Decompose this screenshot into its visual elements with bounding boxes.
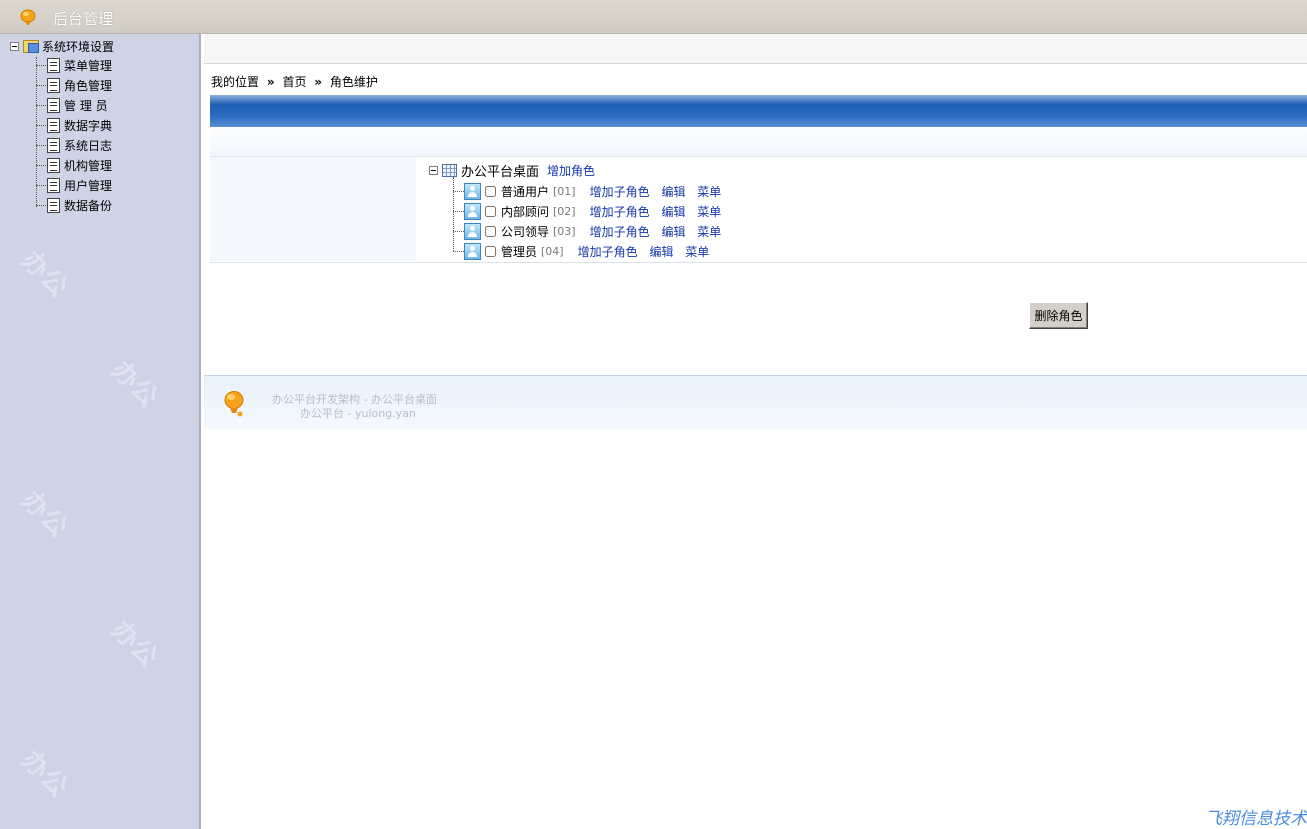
role-name: 管理员 [501,244,538,259]
desktop-grid-icon [442,163,457,177]
sidebar-item-data-backup[interactable]: 数据备份 [36,195,112,215]
role-row-internal-consultant: 内部顾问 [02] 增加子角色 编辑 菜单 [453,201,729,221]
sidebar-item-label: 管 理 员 [64,98,108,113]
bulb-logo-icon [224,391,244,417]
user-icon [464,202,481,220]
document-icon [47,177,60,193]
edit-role-link[interactable]: 编辑 [661,225,685,239]
sidebar-item-label: 系统日志 [64,138,113,153]
document-icon [47,57,60,73]
corner-brand-text: 飞翔信息技术 [1205,809,1307,829]
sidebar: 办公 办公 办公 办公 办公 系统环境设置 菜单管理 角色管理 管 理 员 数据… [0,34,201,829]
role-name: 内部顾问 [501,204,550,219]
breadcrumb-prefix: 我的位置 [211,75,260,89]
sidebar-item-label: 菜单管理 [64,58,113,73]
sidebar-item-administrator[interactable]: 管 理 员 [36,95,108,115]
app-title: 后台管理 [53,10,114,28]
top-toolbar-strip [204,34,1307,64]
collapse-toggle-icon[interactable] [429,165,438,175]
add-child-role-link[interactable]: 增加子角色 [590,185,650,199]
breadcrumb-home[interactable]: 首页 [282,75,306,89]
role-code: [01] [553,184,576,198]
role-checkbox[interactable] [485,205,496,217]
document-icon [47,77,60,93]
sidebar-item-label: 角色管理 [64,78,113,93]
role-checkbox[interactable] [485,225,496,237]
edit-role-link[interactable]: 编辑 [649,245,673,259]
sidebar-item-menu-management[interactable]: 菜单管理 [36,55,112,75]
folder-settings-icon [23,39,39,53]
document-icon [47,197,60,213]
header-banner [210,95,1307,127]
watermark: 办公 [15,745,74,804]
document-icon [47,137,60,153]
role-code: [02] [553,204,576,218]
add-role-link[interactable]: 增加角色 [547,162,595,179]
sidebar-item-role-management[interactable]: 角色管理 [36,75,112,95]
footer-line-2: 办公平台 - yulong.yan [300,407,416,420]
sidebar-item-organization[interactable]: 机构管理 [36,155,112,175]
watermark: 办公 [15,485,74,544]
role-tree-root-label: 办公平台桌面 [461,164,540,180]
sidebar-item-label: 数据备份 [64,198,113,213]
sidebar-root-label: 系统环境设置 [42,39,115,54]
top-bar: 后台管理 [0,0,1307,34]
role-row-company-leader: 公司领导 [03] 增加子角色 编辑 菜单 [453,221,729,241]
sidebar-item-label: 机构管理 [64,158,113,173]
delete-role-button[interactable]: 删除角色 [1029,302,1088,329]
breadcrumb: 我的位置 » 首页 » 角色维护 [211,73,378,90]
role-row-administrator: 管理员 [04] 增加子角色 编辑 菜单 [453,241,717,261]
breadcrumb-separator: » [266,75,275,89]
role-name: 普通用户 [501,184,550,199]
role-tree-panel: 办公平台桌面 增加角色 普通用户 [01] 增加子角色 编辑 菜单 内部顾问 [… [210,157,1307,263]
document-icon [47,117,60,133]
role-menu-link[interactable]: 菜单 [697,225,721,239]
sidebar-item-data-dictionary[interactable]: 数据字典 [36,115,112,135]
sidebar-item-label: 用户管理 [64,178,113,193]
document-icon [47,157,60,173]
document-icon [47,97,60,113]
panel-left-cell [210,157,416,261]
user-icon [464,182,481,200]
role-checkbox[interactable] [485,185,496,197]
watermark: 办公 [105,615,164,674]
add-child-role-link[interactable]: 增加子角色 [590,225,650,239]
user-icon [464,222,481,240]
role-menu-link[interactable]: 菜单 [697,205,721,219]
role-code: [03] [553,224,576,238]
bulb-logo-icon [20,9,36,25]
role-name: 公司领导 [501,224,550,239]
main-content: 我的位置 » 首页 » 角色维护 办公平台桌面 增加角色 普通用户 [01] 增… [204,34,1307,829]
watermark: 办公 [15,245,74,304]
role-menu-link[interactable]: 菜单 [697,185,721,199]
sidebar-item-system-log[interactable]: 系统日志 [36,135,112,155]
edit-role-link[interactable]: 编辑 [661,205,685,219]
breadcrumb-separator: » [314,75,323,89]
collapse-toggle-icon[interactable] [10,41,19,51]
footer: 办公平台开发架构 - 办公平台桌面 办公平台 - yulong.yan [204,375,1307,429]
sidebar-item-user-management[interactable]: 用户管理 [36,175,112,195]
watermark: 办公 [105,355,164,414]
user-icon [464,242,481,260]
sidebar-item-label: 数据字典 [64,118,113,133]
sidebar-root-system-settings[interactable]: 系统环境设置 [10,37,114,55]
add-child-role-link[interactable]: 增加子角色 [590,205,650,219]
breadcrumb-current: 角色维护 [329,75,378,89]
role-row-regular-user: 普通用户 [01] 增加子角色 编辑 菜单 [453,181,729,201]
role-checkbox[interactable] [485,245,496,257]
add-child-role-link[interactable]: 增加子角色 [578,245,638,259]
header-band [210,127,1307,157]
edit-role-link[interactable]: 编辑 [661,185,685,199]
role-menu-link[interactable]: 菜单 [685,245,709,259]
role-code: [04] [541,244,564,258]
